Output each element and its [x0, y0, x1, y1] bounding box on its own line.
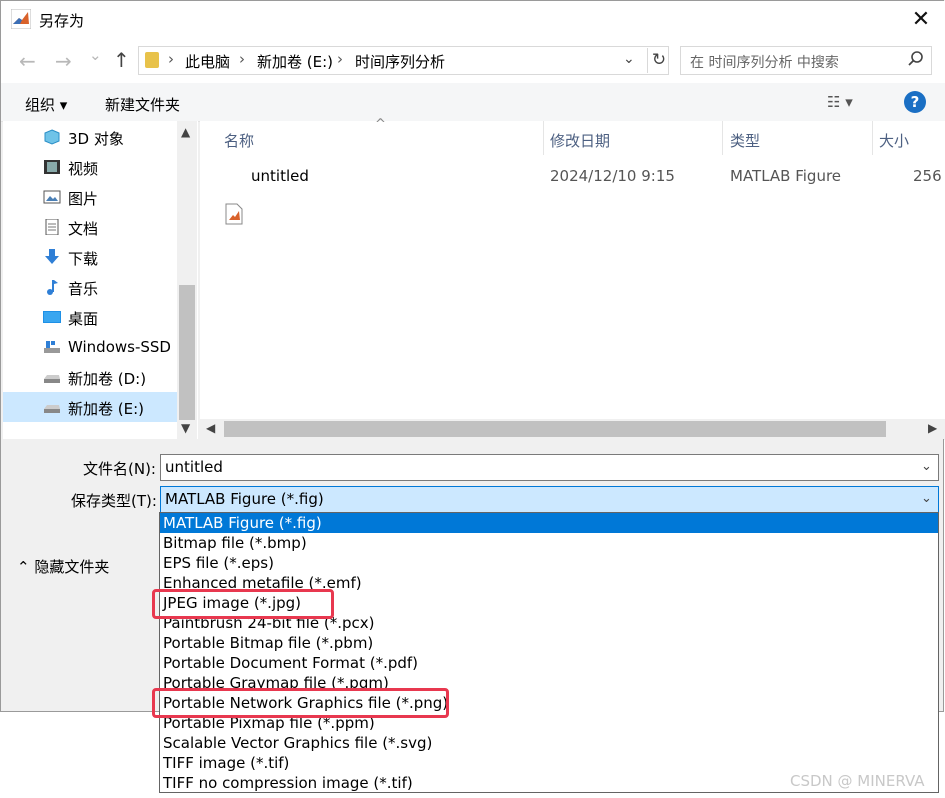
- table-row[interactable]: untitled 2024/12/10 9:15 MATLAB Figure 2…: [200, 159, 945, 225]
- sidebar-item-music[interactable]: 音乐: [3, 272, 178, 302]
- filename-value[interactable]: untitled: [165, 458, 223, 476]
- file-type: MATLAB Figure: [730, 167, 842, 185]
- file-list-horizontal-scrollbar[interactable]: ◀ ▶: [200, 419, 945, 439]
- cube-icon: [44, 129, 60, 145]
- matlab-icon: [11, 9, 31, 29]
- organize-button[interactable]: 组织 ▾: [25, 94, 67, 115]
- video-icon: [44, 160, 60, 174]
- sidebar-item-label: 3D 对象: [68, 130, 124, 148]
- sidebar-item-label: 下载: [68, 250, 99, 268]
- chevron-down-icon[interactable]: ⌄: [921, 459, 932, 474]
- sidebar-item-videos[interactable]: 视频: [3, 152, 178, 182]
- navigation-pane: 3D 对象 视频 图片 文档 下载 音乐 桌面 Windows-SSD (新加…: [3, 121, 198, 439]
- column-divider[interactable]: [543, 121, 544, 155]
- back-button[interactable]: ←: [19, 49, 36, 73]
- file-size: 256: [913, 167, 942, 185]
- search-input[interactable]: 在 时间序列分析 中搜索: [690, 52, 839, 72]
- scroll-up-icon[interactable]: ▲: [181, 125, 190, 139]
- filename-label: 文件名(N):: [83, 460, 156, 478]
- filetype-value[interactable]: MATLAB Figure (*.fig): [165, 490, 324, 508]
- filetype-label: 保存类型(T):: [71, 492, 157, 510]
- scroll-right-icon[interactable]: ▶: [928, 421, 937, 435]
- address-dropdown-button[interactable]: ⌄: [623, 51, 635, 67]
- filetype-option[interactable]: TIFF image (*.tif): [160, 753, 938, 773]
- sidebar-item-label: 音乐: [68, 280, 99, 298]
- breadcrumb-drive-e[interactable]: 新加卷 (E:): [257, 51, 333, 72]
- highlight-box-jpg: [152, 589, 334, 619]
- sidebar-item-label: 新加卷 (E:): [68, 400, 145, 418]
- column-header-type[interactable]: 类型: [730, 130, 760, 151]
- sidebar-scroll-thumb[interactable]: [179, 285, 195, 420]
- column-header-name[interactable]: 名称: [224, 130, 254, 151]
- sidebar-item-label: 视频: [68, 160, 99, 178]
- chevron-down-icon[interactable]: ⌄: [921, 491, 932, 506]
- filetype-select[interactable]: MATLAB Figure (*.fig) ⌄: [160, 486, 939, 513]
- forward-button[interactable]: →: [55, 49, 72, 73]
- search-box[interactable]: 在 时间序列分析 中搜索: [680, 46, 932, 75]
- recent-locations-button[interactable]: ⌄: [89, 46, 102, 64]
- sidebar-item-windows-ssd[interactable]: Windows-SSD (: [3, 332, 182, 362]
- column-header-size[interactable]: 大小: [879, 130, 909, 151]
- sidebar-item-pictures[interactable]: 图片: [3, 182, 178, 212]
- filename-field[interactable]: untitled ⌄: [160, 454, 939, 481]
- scroll-down-icon[interactable]: ▼: [181, 421, 190, 435]
- scroll-left-icon[interactable]: ◀: [206, 421, 215, 435]
- sidebar-item-label: 桌面: [68, 310, 99, 328]
- filetype-option[interactable]: MATLAB Figure (*.fig): [160, 513, 938, 533]
- hide-folders-button[interactable]: ⌃ 隐藏文件夹: [17, 556, 109, 577]
- breadcrumb-separator: ›: [168, 50, 174, 68]
- horizontal-scroll-thumb[interactable]: [224, 421, 886, 437]
- column-divider[interactable]: [872, 121, 873, 155]
- up-button[interactable]: ↑: [113, 48, 130, 72]
- title-bar: 另存为 ✕: [1, 1, 945, 39]
- watermark: CSDN @ MINERVA: [790, 772, 925, 790]
- sidebar-item-label: 新加卷 (D:): [68, 370, 147, 388]
- picture-icon: [43, 190, 61, 204]
- breadcrumb-this-pc[interactable]: 此电脑: [185, 51, 230, 72]
- drive-icon: [44, 405, 60, 413]
- document-icon: [45, 219, 59, 235]
- matlab-figure-file-icon: [225, 203, 243, 225]
- sidebar-item-label: 文档: [68, 220, 99, 238]
- sort-indicator: ^: [375, 117, 386, 132]
- sidebar-item-documents[interactable]: 文档: [3, 212, 178, 242]
- filetype-dropdown-list: MATLAB Figure (*.fig) Bitmap file (*.bmp…: [159, 512, 939, 793]
- filetype-option[interactable]: Portable Document Format (*.pdf): [160, 653, 938, 673]
- download-icon: [45, 249, 59, 264]
- filetype-option[interactable]: Portable Bitmap file (*.pbm): [160, 633, 938, 653]
- sidebar-item-3d-objects[interactable]: 3D 对象: [3, 122, 178, 152]
- desktop-icon: [43, 311, 61, 323]
- address-bar[interactable]: › 此电脑 › 新加卷 (E:) › 时间序列分析 ⌄ ↻: [138, 46, 669, 75]
- highlight-box-png: [152, 688, 449, 718]
- filetype-option[interactable]: Bitmap file (*.bmp): [160, 533, 938, 553]
- sidebar-item-label: 图片: [68, 190, 99, 208]
- window-title: 另存为: [39, 12, 85, 30]
- search-icon: [908, 51, 923, 66]
- sidebar-item-label: Windows-SSD (: [68, 338, 182, 356]
- sidebar-item-drive-e[interactable]: 新加卷 (E:): [3, 392, 178, 422]
- help-button[interactable]: ?: [904, 91, 926, 113]
- folder-icon: [145, 52, 159, 68]
- toolbar: 组织 ▾ 新建文件夹 ☷ ▾ ?: [1, 83, 945, 122]
- filetype-option[interactable]: EPS file (*.eps): [160, 553, 938, 573]
- filetype-option[interactable]: Scalable Vector Graphics file (*.svg): [160, 733, 938, 753]
- column-divider[interactable]: [722, 121, 723, 155]
- refresh-button[interactable]: ↻: [647, 48, 670, 73]
- column-header-modified[interactable]: 修改日期: [550, 130, 610, 151]
- new-folder-button[interactable]: 新建文件夹: [105, 94, 180, 115]
- sidebar-item-desktop[interactable]: 桌面: [3, 302, 178, 332]
- sidebar-item-downloads[interactable]: 下载: [3, 242, 178, 272]
- sidebar-item-drive-d[interactable]: 新加卷 (D:): [3, 362, 178, 392]
- breadcrumb-separator: ›: [239, 50, 245, 68]
- file-modified: 2024/12/10 9:15: [550, 167, 675, 185]
- drive-icon: [44, 341, 60, 353]
- breadcrumb-folder[interactable]: 时间序列分析: [355, 51, 445, 72]
- file-name: untitled: [251, 167, 309, 185]
- close-button[interactable]: ✕: [901, 5, 941, 35]
- view-options-button[interactable]: ☷ ▾: [827, 93, 853, 111]
- file-list: ^ 名称 修改日期 类型 大小 untitled 2024/12/10 9:15…: [200, 117, 945, 439]
- drive-icon: [44, 375, 60, 383]
- music-icon: [47, 280, 58, 295]
- breadcrumb-separator: ›: [337, 50, 343, 68]
